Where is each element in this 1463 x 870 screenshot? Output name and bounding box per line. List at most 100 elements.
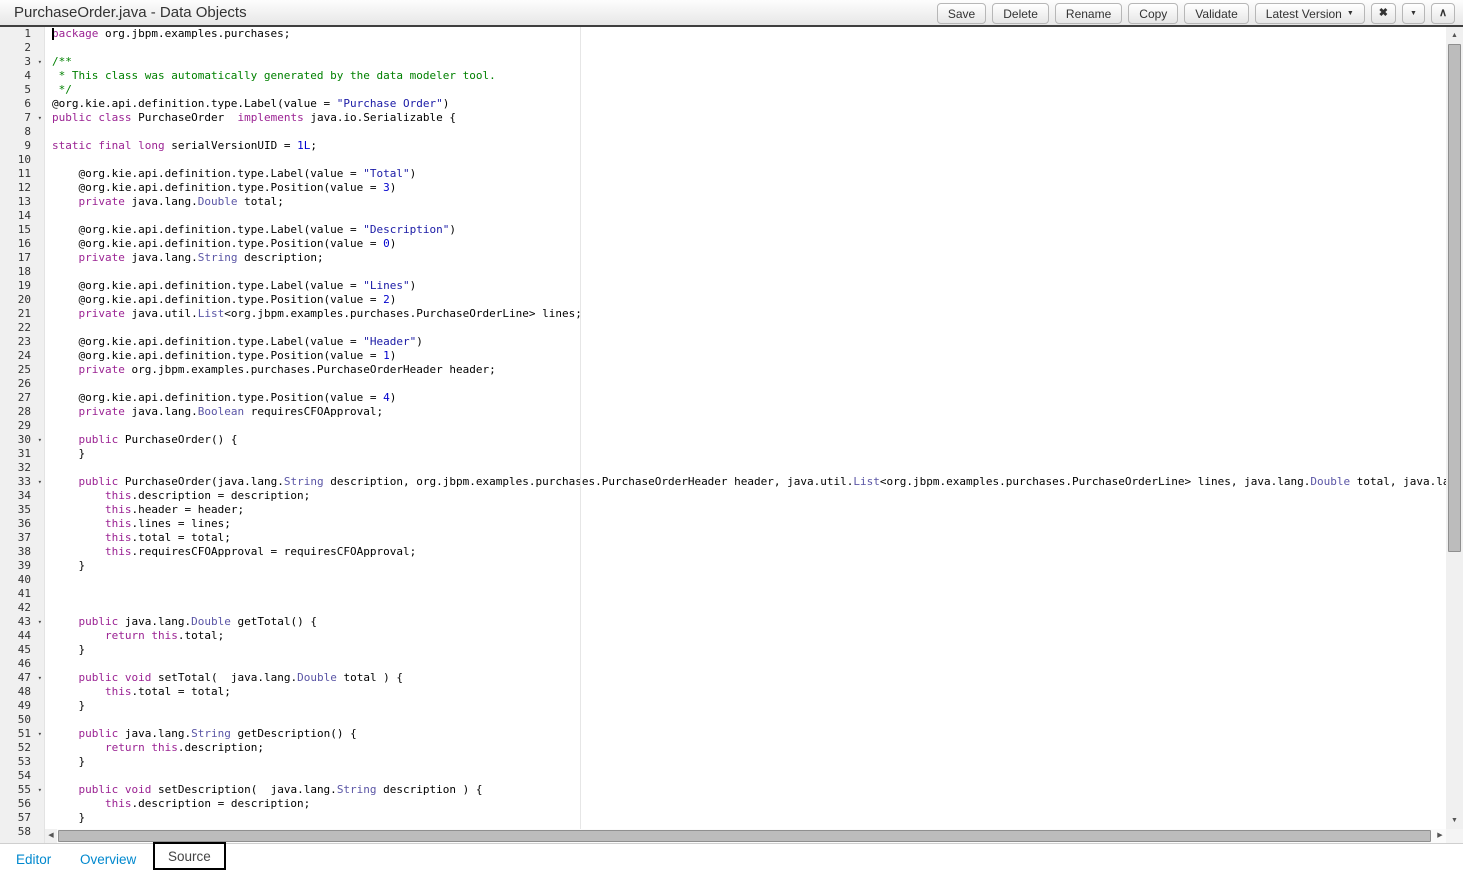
code-line[interactable]: } [45, 559, 1446, 573]
code-line[interactable] [45, 153, 1446, 167]
horizontal-scrollbar-thumb[interactable] [58, 830, 1431, 842]
fold-icon[interactable]: ▾ [38, 727, 42, 741]
code-line[interactable]: @org.kie.api.definition.type.Position(va… [45, 349, 1446, 363]
code-line[interactable]: static final long serialVersionUID = 1L; [45, 139, 1446, 153]
copy-button[interactable]: Copy [1128, 3, 1178, 24]
code-line[interactable] [45, 657, 1446, 671]
code-line[interactable] [45, 587, 1446, 601]
vertical-scrollbar-thumb[interactable] [1448, 44, 1461, 552]
version-dropdown-label: Latest Version [1266, 7, 1342, 21]
code-line[interactable]: @org.kie.api.definition.type.Label(value… [45, 97, 1446, 111]
code-line[interactable]: public void setDescription( java.lang.St… [45, 783, 1446, 797]
code-line[interactable]: private java.lang.Boolean requiresCFOApp… [45, 405, 1446, 419]
gutter-line-number: 33▾ [0, 475, 44, 489]
code-line[interactable] [45, 419, 1446, 433]
tab-source[interactable]: Source [168, 849, 211, 864]
horizontal-scrollbar[interactable]: ◀ ▶ [45, 829, 1446, 843]
vertical-scrollbar[interactable]: ▲ ▼ [1446, 27, 1463, 829]
code-editor[interactable]: 123▾4567▾8910111213141516171819202122232… [0, 27, 1463, 843]
fold-icon[interactable]: ▾ [38, 433, 42, 447]
gutter-line-number: 35 [0, 503, 44, 517]
gutter-line-number: 26 [0, 377, 44, 391]
gutter-line-number: 57 [0, 811, 44, 825]
code-line[interactable]: this.requiresCFOApproval = requiresCFOAp… [45, 545, 1446, 559]
delete-button[interactable]: Delete [992, 3, 1049, 24]
fold-icon[interactable]: ▾ [38, 783, 42, 797]
gutter-line-number: 13 [0, 195, 44, 209]
code-line[interactable]: public PurchaseOrder() { [45, 433, 1446, 447]
titlebar: PurchaseOrder.java - Data Objects Save D… [0, 0, 1463, 27]
code-line[interactable] [45, 265, 1446, 279]
code-line[interactable] [45, 125, 1446, 139]
code-line[interactable]: @org.kie.api.definition.type.Label(value… [45, 279, 1446, 293]
code-line[interactable]: } [45, 699, 1446, 713]
collapse-button[interactable]: ∧ [1431, 3, 1455, 24]
code-line[interactable]: @org.kie.api.definition.type.Position(va… [45, 293, 1446, 307]
code-line[interactable]: } [45, 755, 1446, 769]
code-line[interactable]: @org.kie.api.definition.type.Label(value… [45, 167, 1446, 181]
code-line[interactable]: private java.lang.String description; [45, 251, 1446, 265]
code-line[interactable]: @org.kie.api.definition.type.Position(va… [45, 237, 1446, 251]
code-line[interactable]: this.total = total; [45, 531, 1446, 545]
code-line[interactable]: * This class was automatically generated… [45, 69, 1446, 83]
code-line[interactable]: this.lines = lines; [45, 517, 1446, 531]
code-line[interactable]: } [45, 643, 1446, 657]
code-line[interactable]: @org.kie.api.definition.type.Label(value… [45, 335, 1446, 349]
close-button[interactable]: ✖ [1371, 3, 1396, 24]
code-line[interactable] [45, 713, 1446, 727]
code-line[interactable] [45, 41, 1446, 55]
scroll-right-icon[interactable]: ▶ [1434, 829, 1446, 843]
fold-icon[interactable]: ▾ [38, 55, 42, 69]
code-line[interactable]: /** [45, 55, 1446, 69]
gutter-line-number: 42 [0, 601, 44, 615]
tab-source-focus-box[interactable]: Source [153, 842, 226, 870]
validate-button[interactable]: Validate [1184, 3, 1248, 24]
code-line[interactable] [45, 377, 1446, 391]
code-line[interactable]: private java.lang.Double total; [45, 195, 1446, 209]
code-line[interactable]: public java.lang.Double getTotal() { [45, 615, 1446, 629]
code-line[interactable]: private org.jbpm.examples.purchases.Purc… [45, 363, 1446, 377]
save-button[interactable]: Save [937, 3, 986, 24]
code-line[interactable]: this.description = description; [45, 797, 1446, 811]
fold-icon[interactable]: ▾ [38, 671, 42, 685]
code-line[interactable]: this.header = header; [45, 503, 1446, 517]
fold-icon[interactable]: ▾ [38, 615, 42, 629]
code-line[interactable]: @org.kie.api.definition.type.Position(va… [45, 181, 1446, 195]
code-line[interactable] [45, 209, 1446, 223]
code-line[interactable]: this.description = description; [45, 489, 1446, 503]
scroll-left-icon[interactable]: ◀ [45, 829, 57, 843]
gutter-line-number: 10 [0, 153, 44, 167]
code-line[interactable] [45, 573, 1446, 587]
code-line[interactable] [45, 601, 1446, 615]
code-line[interactable]: package org.jbpm.examples.purchases; [45, 27, 1446, 41]
version-dropdown[interactable]: Latest Version ▼ [1255, 3, 1365, 24]
code-line[interactable] [45, 769, 1446, 783]
code-line[interactable]: } [45, 447, 1446, 461]
dropdown-button[interactable]: ▼ [1402, 3, 1425, 24]
code-line[interactable]: return this.total; [45, 629, 1446, 643]
tab-editor[interactable]: Editor [16, 852, 51, 867]
code-line[interactable]: } [45, 811, 1446, 825]
code-line[interactable]: public class PurchaseOrder implements ja… [45, 111, 1446, 125]
code-line[interactable]: @org.kie.api.definition.type.Position(va… [45, 391, 1446, 405]
caret-down-icon: ▼ [1347, 10, 1354, 17]
rename-button[interactable]: Rename [1055, 3, 1122, 24]
code-line[interactable]: public void setTotal( java.lang.Double t… [45, 671, 1446, 685]
code-line[interactable]: private java.util.List<org.jbpm.examples… [45, 307, 1446, 321]
code-line[interactable]: */ [45, 83, 1446, 97]
fold-icon[interactable]: ▾ [38, 475, 42, 489]
tab-overview[interactable]: Overview [80, 852, 136, 867]
code-line[interactable]: return this.description; [45, 741, 1446, 755]
scroll-up-icon[interactable]: ▲ [1446, 29, 1463, 42]
code-line[interactable] [45, 321, 1446, 335]
code-line[interactable] [45, 461, 1446, 475]
code-line[interactable]: this.total = total; [45, 685, 1446, 699]
fold-icon[interactable]: ▾ [38, 111, 42, 125]
code-rows[interactable]: package org.jbpm.examples.purchases;/** … [45, 27, 1446, 843]
code-line[interactable]: public PurchaseOrder(java.lang.String de… [45, 475, 1446, 489]
code-line[interactable]: @org.kie.api.definition.type.Label(value… [45, 223, 1446, 237]
gutter-line-number: 32 [0, 461, 44, 475]
chevron-up-icon: ∧ [1439, 8, 1447, 19]
scroll-down-icon[interactable]: ▼ [1446, 814, 1463, 827]
code-line[interactable]: public java.lang.String getDescription()… [45, 727, 1446, 741]
